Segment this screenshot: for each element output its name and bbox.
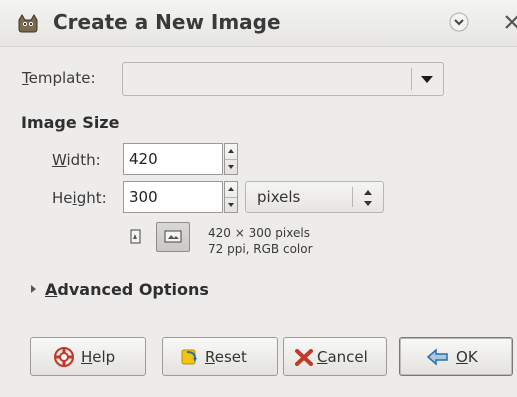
height-label-pre: He [52,189,73,207]
advanced-options-mnemonic: A [45,280,58,299]
spin-up-icon [228,149,234,153]
width-label-rest: idth: [66,151,101,169]
spin-up-icon [228,187,234,191]
cancel-button-label: Cancel [317,348,368,366]
reset-button-mnemonic: R [205,348,215,366]
portrait-orientation-icon [130,229,141,244]
window-title: Create a New Image [53,10,281,34]
spin-divider [225,159,237,160]
height-spin-buttons[interactable] [224,181,238,213]
gimp-wilber-icon [18,14,38,33]
help-icon [54,347,74,367]
image-size-heading: Image Size [21,113,120,132]
reset-button-label: Reset [205,348,247,366]
chevron-down-icon [421,76,433,83]
spin-divider [225,197,237,198]
width-input[interactable]: 420 [123,143,223,175]
height-input[interactable]: 300 [123,181,223,213]
ok-icon [426,348,448,366]
help-button[interactable]: Help [30,337,146,376]
cancel-button-mnemonic: C [317,348,328,366]
landscape-button[interactable] [156,222,190,252]
image-info-dimensions: 420 × 300 pixels [208,226,310,240]
spin-down-icon [228,203,234,207]
height-label-rest: ght: [76,189,107,207]
cancel-button-rest: ancel [327,348,368,366]
reset-icon [181,349,197,365]
minimize-icon[interactable] [448,11,470,33]
reset-button-rest: eset [214,348,247,366]
help-button-rest: elp [92,348,116,366]
cancel-button[interactable]: Cancel [283,337,387,376]
portrait-button[interactable] [125,222,145,252]
advanced-options-label: dvanced Options [57,280,209,299]
height-spinner[interactable]: 300 [123,181,239,213]
help-button-label: Help [81,348,115,366]
title-bar[interactable]: Create a New Image [0,0,517,47]
up-down-arrows-icon [363,189,373,207]
ok-button[interactable]: OK [399,337,513,376]
template-label: Template: [22,69,96,87]
unit-select-value: pixels [257,188,301,206]
reset-button[interactable]: Reset [162,337,278,376]
ok-button-mnemonic: O [456,348,468,366]
unit-select[interactable]: pixels [245,181,384,213]
close-icon[interactable] [501,11,517,33]
landscape-orientation-icon [164,230,182,243]
width-spinner[interactable]: 420 [123,143,239,175]
image-info-resolution: 72 ppi, RGB color [208,242,313,256]
width-label: Width: [52,151,101,169]
width-label-mnemonic: W [52,151,67,169]
expander-arrow-icon [31,285,36,293]
height-label: Height: [52,189,107,207]
template-label-rest: emplate: [28,69,96,87]
width-spin-buttons[interactable] [224,143,238,175]
ok-button-label: OK [456,348,478,366]
help-button-mnemonic: H [81,348,93,366]
ok-button-rest: K [467,348,478,366]
spin-down-icon [228,165,234,169]
template-label-mnemonic: T [22,69,29,87]
template-combo[interactable] [122,62,444,96]
combo-separator [411,68,412,90]
unit-select-separator [352,187,353,207]
cancel-icon [295,349,313,366]
advanced-options-expander[interactable]: Advanced Options [31,280,209,299]
